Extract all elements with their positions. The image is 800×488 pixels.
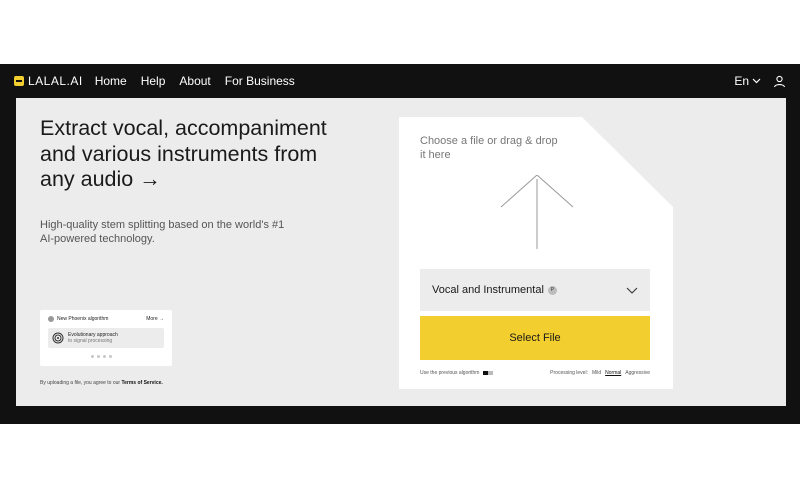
- app-frame: LALAL.AI Home Help About For Business En…: [0, 64, 800, 424]
- promo-slide-text: Evolutionary approach to signal processi…: [68, 332, 118, 344]
- previous-algorithm-toggle[interactable]: [483, 371, 494, 375]
- processing-options: Use the previous algorithm Processing le…: [420, 370, 650, 376]
- upload-prompt: Choose a file or drag & drop it here: [420, 135, 558, 161]
- navbar: LALAL.AI Home Help About For Business En: [0, 64, 800, 98]
- terms-link[interactable]: Terms of Service.: [121, 380, 162, 386]
- promo-header: New Phoenix algorithm More →: [48, 316, 164, 322]
- chevron-down-icon: [626, 287, 638, 294]
- previous-algorithm-label: Use the previous algorithm: [420, 370, 480, 376]
- language-selector[interactable]: En: [734, 74, 761, 88]
- promo-slide-subtitle: to signal processing: [68, 338, 113, 344]
- logo[interactable]: LALAL.AI: [14, 74, 83, 88]
- select-file-button[interactable]: Select File: [420, 316, 650, 360]
- carousel-dot[interactable]: [109, 355, 112, 358]
- algorithm-promo-card[interactable]: New Phoenix algorithm More → Evolutionar…: [40, 310, 172, 366]
- logo-icon: [14, 76, 24, 86]
- carousel-dots[interactable]: [91, 355, 112, 358]
- language-label: En: [734, 74, 749, 88]
- chevron-down-icon: [752, 78, 761, 84]
- processing-level-mild[interactable]: Mild: [592, 370, 601, 376]
- terms-notice: By uploading a file, you agree to our Te…: [40, 380, 163, 386]
- nav-about[interactable]: About: [179, 74, 210, 88]
- promo-label: New Phoenix algorithm: [57, 316, 109, 322]
- promo-more-link[interactable]: More →: [146, 316, 164, 322]
- carousel-dot[interactable]: [91, 355, 94, 358]
- stem-type-select[interactable]: Vocal and Instrumental P: [420, 269, 650, 311]
- main-content: Extract vocal, accompaniment and various…: [16, 98, 786, 406]
- promo-slide: Evolutionary approach to signal processi…: [48, 328, 164, 348]
- upload-panel[interactable]: Choose a file or drag & drop it here Voc…: [399, 117, 673, 389]
- phoenix-icon: [48, 316, 54, 322]
- terms-text: By uploading a file, you agree to our: [40, 380, 121, 386]
- logo-text: LALAL.AI: [28, 74, 83, 88]
- carousel-dot[interactable]: [103, 355, 106, 358]
- processing-level: Processing level: Mild Normal Aggressive: [550, 370, 650, 376]
- nav-for-business[interactable]: For Business: [225, 74, 295, 88]
- processing-level-label: Processing level:: [550, 370, 588, 376]
- nav-home[interactable]: Home: [95, 74, 127, 88]
- hero-subtitle: High-quality stem splitting based on the…: [40, 219, 285, 245]
- stem-type-value: Vocal and Instrumental: [432, 284, 544, 296]
- processing-level-normal[interactable]: Normal: [605, 370, 621, 376]
- carousel-dot[interactable]: [97, 355, 100, 358]
- spiral-icon: [52, 332, 64, 344]
- upload-arrow-icon: [500, 175, 574, 249]
- hero-title: Extract vocal, accompaniment and various…: [40, 116, 327, 191]
- nav-right: En: [734, 74, 786, 88]
- phoenix-badge-icon: P: [547, 285, 557, 295]
- processing-level-aggressive[interactable]: Aggressive: [625, 370, 650, 376]
- user-icon[interactable]: [773, 75, 786, 88]
- nav-help[interactable]: Help: [141, 74, 166, 88]
